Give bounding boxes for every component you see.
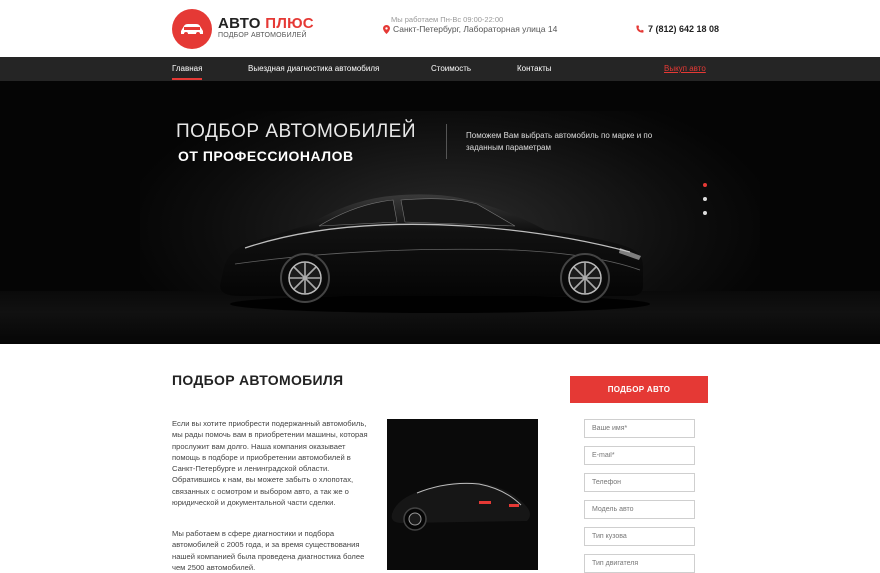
hero-description: Поможем Вам выбрать автомобиль по марке … xyxy=(466,131,653,152)
name-input[interactable] xyxy=(584,419,695,438)
hero-car-image xyxy=(220,194,650,313)
nav-item-home[interactable]: Главная xyxy=(172,57,203,81)
location-pin-icon xyxy=(383,24,390,34)
experience-paragraph: Мы работаем в сфере диагностики и подбор… xyxy=(172,529,365,572)
hero-subtitle: ОТ ПРОФЕССИОНАЛОВ xyxy=(178,148,354,164)
section-title: ПОДБОР АВТОМОБИЛЯ xyxy=(172,372,344,388)
hero-title: ПОДБОР АВТОМОБИЛЕЙ xyxy=(176,121,417,142)
phone-input[interactable] xyxy=(584,473,695,492)
body-type-input[interactable] xyxy=(584,527,695,546)
nav-item-pricing[interactable]: Стоимость xyxy=(431,57,471,81)
phone-number: 7 (812) 642 18 08 xyxy=(648,24,720,34)
working-hours: Мы работаем Пн-Вс 09:00-22:00 xyxy=(391,15,504,24)
phone-icon xyxy=(636,25,644,33)
nav-item-diagnostics[interactable]: Выездная диагностика автомобиля xyxy=(248,57,379,81)
slider-dot-2[interactable] xyxy=(703,197,707,201)
car-icon xyxy=(181,24,203,36)
sports-car-graphic xyxy=(391,481,530,531)
engine-type-input[interactable] xyxy=(584,554,695,573)
intro-paragraph: Если вы хотите приобрести подержанный ав… xyxy=(172,419,368,508)
site-header: АВТО ПЛЮС ПОДБОР АВТОМОБИЛЕЙ Мы работаем… xyxy=(0,0,880,57)
address: Санкт-Петербург, Лабораторная улица 14 xyxy=(383,24,557,34)
sports-car-image xyxy=(387,419,538,570)
nav-item-contacts[interactable]: Контакты xyxy=(517,57,552,81)
slider-dots xyxy=(703,183,707,225)
logo[interactable] xyxy=(172,9,212,49)
car-model-input[interactable] xyxy=(584,500,695,519)
car-selection-button[interactable]: ПОДБОР АВТО xyxy=(570,376,708,403)
brand-tagline: ПОДБОР АВТОМОБИЛЕЙ xyxy=(218,32,307,39)
hero-divider xyxy=(446,124,447,159)
phone[interactable]: 7 (812) 642 18 08 xyxy=(636,24,719,34)
email-input[interactable] xyxy=(584,446,695,465)
main-nav: Главная Выездная диагностика автомобиля … xyxy=(0,57,880,81)
brand-name[interactable]: АВТО ПЛЮС xyxy=(218,15,314,32)
slider-dot-3[interactable] xyxy=(703,211,707,215)
address-text: Санкт-Петербург, Лабораторная улица 14 xyxy=(393,24,558,34)
hero-slider: ПОДБОР АВТОМОБИЛЕЙ ОТ ПРОФЕССИОНАЛОВ Пом… xyxy=(0,81,880,344)
nav-item-buyout[interactable]: Выкуп авто xyxy=(664,57,706,81)
slider-dot-1[interactable] xyxy=(703,183,707,187)
